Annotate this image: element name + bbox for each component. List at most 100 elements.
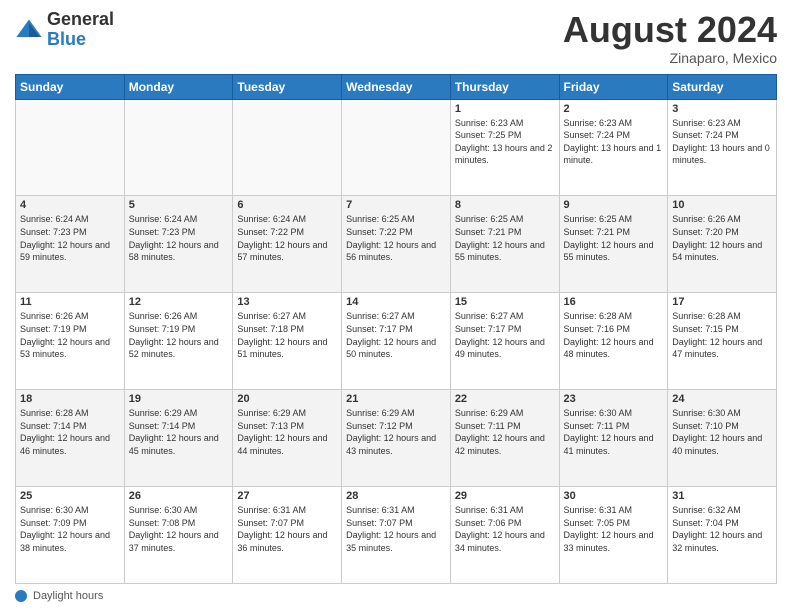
day-info: Sunrise: 6:28 AM Sunset: 7:14 PM Dayligh… — [20, 407, 120, 457]
calendar-cell: 26 Sunrise: 6:30 AM Sunset: 7:08 PM Dayl… — [124, 487, 233, 584]
calendar-cell: 11 Sunrise: 6:26 AM Sunset: 7:19 PM Dayl… — [16, 293, 125, 390]
day-number: 26 — [129, 490, 229, 502]
day-number: 29 — [455, 490, 555, 502]
logo: General Blue — [15, 10, 114, 50]
day-of-week-header: Tuesday — [233, 74, 342, 99]
day-info: Sunrise: 6:26 AM Sunset: 7:19 PM Dayligh… — [129, 310, 229, 360]
logo-icon — [15, 16, 43, 44]
day-info: Sunrise: 6:28 AM Sunset: 7:15 PM Dayligh… — [672, 310, 772, 360]
day-info: Sunrise: 6:24 AM Sunset: 7:23 PM Dayligh… — [129, 213, 229, 263]
logo-blue: Blue — [47, 30, 114, 50]
day-info: Sunrise: 6:30 AM Sunset: 7:10 PM Dayligh… — [672, 407, 772, 457]
title-block: August 2024 Zinaparo, Mexico — [563, 10, 777, 66]
location: Zinaparo, Mexico — [563, 50, 777, 66]
day-info: Sunrise: 6:28 AM Sunset: 7:16 PM Dayligh… — [564, 310, 664, 360]
day-number: 5 — [129, 199, 229, 211]
daylight-icon — [15, 590, 27, 602]
calendar-week-row: 1 Sunrise: 6:23 AM Sunset: 7:25 PM Dayli… — [16, 99, 777, 196]
day-of-week-header: Friday — [559, 74, 668, 99]
calendar-cell — [233, 99, 342, 196]
day-info: Sunrise: 6:29 AM Sunset: 7:11 PM Dayligh… — [455, 407, 555, 457]
day-info: Sunrise: 6:30 AM Sunset: 7:08 PM Dayligh… — [129, 504, 229, 554]
calendar-cell: 10 Sunrise: 6:26 AM Sunset: 7:20 PM Dayl… — [668, 196, 777, 293]
calendar-week-row: 25 Sunrise: 6:30 AM Sunset: 7:09 PM Dayl… — [16, 487, 777, 584]
day-info: Sunrise: 6:27 AM Sunset: 7:17 PM Dayligh… — [455, 310, 555, 360]
day-of-week-header: Wednesday — [342, 74, 451, 99]
calendar-header-row: SundayMondayTuesdayWednesdayThursdayFrid… — [16, 74, 777, 99]
day-info: Sunrise: 6:31 AM Sunset: 7:07 PM Dayligh… — [346, 504, 446, 554]
day-info: Sunrise: 6:29 AM Sunset: 7:12 PM Dayligh… — [346, 407, 446, 457]
day-number: 3 — [672, 103, 772, 115]
day-info: Sunrise: 6:27 AM Sunset: 7:17 PM Dayligh… — [346, 310, 446, 360]
day-number: 2 — [564, 103, 664, 115]
calendar-cell: 5 Sunrise: 6:24 AM Sunset: 7:23 PM Dayli… — [124, 196, 233, 293]
calendar-cell: 6 Sunrise: 6:24 AM Sunset: 7:22 PM Dayli… — [233, 196, 342, 293]
calendar-cell: 19 Sunrise: 6:29 AM Sunset: 7:14 PM Dayl… — [124, 390, 233, 487]
day-of-week-header: Monday — [124, 74, 233, 99]
footer: Daylight hours — [15, 590, 777, 602]
day-info: Sunrise: 6:29 AM Sunset: 7:13 PM Dayligh… — [237, 407, 337, 457]
day-number: 18 — [20, 393, 120, 405]
day-number: 10 — [672, 199, 772, 211]
day-number: 16 — [564, 296, 664, 308]
page: General Blue August 2024 Zinaparo, Mexic… — [0, 0, 792, 612]
logo-general: General — [47, 10, 114, 30]
day-number: 15 — [455, 296, 555, 308]
calendar-cell: 28 Sunrise: 6:31 AM Sunset: 7:07 PM Dayl… — [342, 487, 451, 584]
day-number: 12 — [129, 296, 229, 308]
day-info: Sunrise: 6:24 AM Sunset: 7:23 PM Dayligh… — [20, 213, 120, 263]
calendar-cell: 24 Sunrise: 6:30 AM Sunset: 7:10 PM Dayl… — [668, 390, 777, 487]
day-number: 21 — [346, 393, 446, 405]
calendar-cell — [16, 99, 125, 196]
daylight-label: Daylight hours — [33, 590, 103, 602]
day-number: 20 — [237, 393, 337, 405]
calendar-cell: 3 Sunrise: 6:23 AM Sunset: 7:24 PM Dayli… — [668, 99, 777, 196]
calendar: SundayMondayTuesdayWednesdayThursdayFrid… — [15, 74, 777, 584]
day-number: 6 — [237, 199, 337, 211]
day-info: Sunrise: 6:26 AM Sunset: 7:19 PM Dayligh… — [20, 310, 120, 360]
day-info: Sunrise: 6:25 AM Sunset: 7:21 PM Dayligh… — [564, 213, 664, 263]
day-info: Sunrise: 6:30 AM Sunset: 7:09 PM Dayligh… — [20, 504, 120, 554]
calendar-cell: 12 Sunrise: 6:26 AM Sunset: 7:19 PM Dayl… — [124, 293, 233, 390]
calendar-cell: 21 Sunrise: 6:29 AM Sunset: 7:12 PM Dayl… — [342, 390, 451, 487]
calendar-cell: 29 Sunrise: 6:31 AM Sunset: 7:06 PM Dayl… — [450, 487, 559, 584]
calendar-cell: 9 Sunrise: 6:25 AM Sunset: 7:21 PM Dayli… — [559, 196, 668, 293]
day-number: 22 — [455, 393, 555, 405]
day-number: 19 — [129, 393, 229, 405]
calendar-cell: 20 Sunrise: 6:29 AM Sunset: 7:13 PM Dayl… — [233, 390, 342, 487]
calendar-cell: 7 Sunrise: 6:25 AM Sunset: 7:22 PM Dayli… — [342, 196, 451, 293]
calendar-cell: 1 Sunrise: 6:23 AM Sunset: 7:25 PM Dayli… — [450, 99, 559, 196]
day-number: 27 — [237, 490, 337, 502]
day-info: Sunrise: 6:23 AM Sunset: 7:25 PM Dayligh… — [455, 117, 555, 167]
day-number: 24 — [672, 393, 772, 405]
day-info: Sunrise: 6:31 AM Sunset: 7:07 PM Dayligh… — [237, 504, 337, 554]
day-of-week-header: Sunday — [16, 74, 125, 99]
day-number: 13 — [237, 296, 337, 308]
day-number: 14 — [346, 296, 446, 308]
calendar-cell: 4 Sunrise: 6:24 AM Sunset: 7:23 PM Dayli… — [16, 196, 125, 293]
day-number: 31 — [672, 490, 772, 502]
calendar-cell: 31 Sunrise: 6:32 AM Sunset: 7:04 PM Dayl… — [668, 487, 777, 584]
day-info: Sunrise: 6:31 AM Sunset: 7:05 PM Dayligh… — [564, 504, 664, 554]
day-info: Sunrise: 6:31 AM Sunset: 7:06 PM Dayligh… — [455, 504, 555, 554]
day-number: 7 — [346, 199, 446, 211]
day-number: 28 — [346, 490, 446, 502]
day-of-week-header: Thursday — [450, 74, 559, 99]
day-info: Sunrise: 6:25 AM Sunset: 7:21 PM Dayligh… — [455, 213, 555, 263]
day-info: Sunrise: 6:23 AM Sunset: 7:24 PM Dayligh… — [672, 117, 772, 167]
calendar-cell: 2 Sunrise: 6:23 AM Sunset: 7:24 PM Dayli… — [559, 99, 668, 196]
day-number: 1 — [455, 103, 555, 115]
day-info: Sunrise: 6:32 AM Sunset: 7:04 PM Dayligh… — [672, 504, 772, 554]
calendar-cell: 17 Sunrise: 6:28 AM Sunset: 7:15 PM Dayl… — [668, 293, 777, 390]
day-number: 30 — [564, 490, 664, 502]
day-info: Sunrise: 6:30 AM Sunset: 7:11 PM Dayligh… — [564, 407, 664, 457]
day-number: 8 — [455, 199, 555, 211]
calendar-week-row: 4 Sunrise: 6:24 AM Sunset: 7:23 PM Dayli… — [16, 196, 777, 293]
calendar-cell: 30 Sunrise: 6:31 AM Sunset: 7:05 PM Dayl… — [559, 487, 668, 584]
month-title: August 2024 — [563, 10, 777, 50]
day-number: 17 — [672, 296, 772, 308]
day-info: Sunrise: 6:25 AM Sunset: 7:22 PM Dayligh… — [346, 213, 446, 263]
calendar-cell: 15 Sunrise: 6:27 AM Sunset: 7:17 PM Dayl… — [450, 293, 559, 390]
day-info: Sunrise: 6:23 AM Sunset: 7:24 PM Dayligh… — [564, 117, 664, 167]
calendar-cell: 16 Sunrise: 6:28 AM Sunset: 7:16 PM Dayl… — [559, 293, 668, 390]
